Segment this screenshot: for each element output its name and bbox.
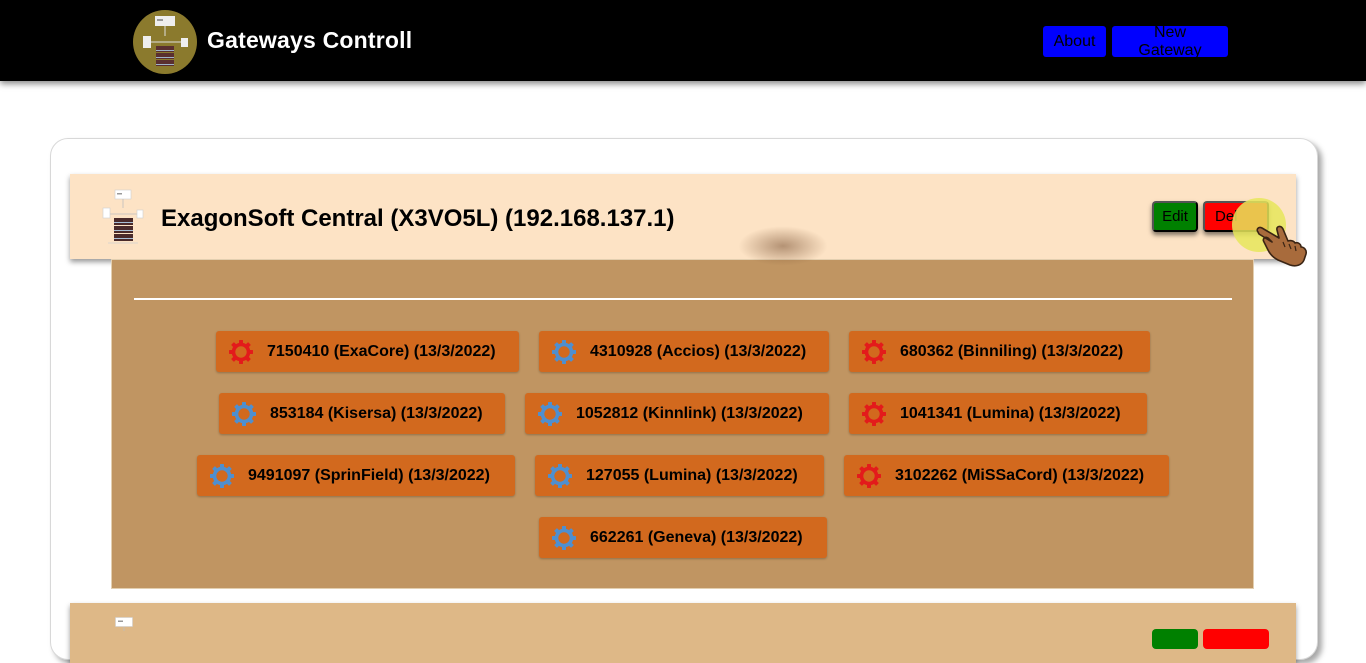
app-logo[interactable] xyxy=(133,10,197,74)
gear-online-icon xyxy=(552,525,576,550)
device-label: 3102262 (MiSSaCord) (13/3/2022) xyxy=(895,466,1145,484)
gear-online-icon xyxy=(538,401,562,426)
gateway-server-icon xyxy=(102,189,144,244)
top-navbar: Gateways Controll About New Gateway xyxy=(0,0,1366,81)
device-chip[interactable]: 680362 (Binniling) (13/3/2022) xyxy=(849,331,1150,372)
edit-gateway-button[interactable]: Edit xyxy=(1152,201,1198,232)
device-label: 4310928 (Accios) (13/3/2022) xyxy=(590,342,807,360)
app-title: Gateways Controll xyxy=(207,27,413,53)
device-label: 1041341 (Lumina) (13/3/2022) xyxy=(900,404,1121,422)
device-chip[interactable]: 1041341 (Lumina) (13/3/2022) xyxy=(849,393,1147,434)
gateway-logo-icon xyxy=(143,16,188,66)
device-chip[interactable]: 3102262 (MiSSaCord) (13/3/2022) xyxy=(844,455,1169,496)
gear-online-icon xyxy=(232,401,256,426)
new-gateway-button[interactable]: New Gateway xyxy=(1112,24,1228,59)
gear-offline-icon xyxy=(862,339,886,364)
device-label: 127055 (Lumina) (13/3/2022) xyxy=(586,466,798,484)
device-chip[interactable]: 4310928 (Accios) (13/3/2022) xyxy=(539,331,829,372)
gateway-header[interactable]: ExagonSoft Central (X3VO5L) (192.168.137… xyxy=(70,174,1296,259)
edit-gateway-button-2[interactable] xyxy=(1152,629,1198,649)
device-label: 9491097 (SprinField) (13/3/2022) xyxy=(248,466,490,484)
device-label: 1052812 (Kinnlink) (13/3/2022) xyxy=(576,404,803,422)
device-label: 7150410 (ExaCore) (13/3/2022) xyxy=(267,342,496,360)
device-chip[interactable]: 7150410 (ExaCore) (13/3/2022) xyxy=(216,331,519,372)
device-label: 680362 (Binniling) (13/3/2022) xyxy=(900,342,1124,360)
gear-online-icon xyxy=(552,339,576,364)
gear-offline-icon xyxy=(862,401,886,426)
motion-blur-shadow xyxy=(738,226,828,266)
gateway-title: ExagonSoft Central (X3VO5L) (192.168.137… xyxy=(161,205,675,232)
device-label: 662261 (Geneva) (13/3/2022) xyxy=(590,528,803,546)
panel-divider xyxy=(134,298,1232,300)
gear-online-icon xyxy=(548,463,572,488)
device-chip[interactable]: 853184 (Kisersa) (13/3/2022) xyxy=(219,393,505,434)
gear-offline-icon xyxy=(229,339,253,364)
device-label: 853184 (Kisersa) (13/3/2022) xyxy=(270,404,483,422)
gear-online-icon xyxy=(210,463,234,488)
device-chip[interactable]: 662261 (Geneva) (13/3/2022) xyxy=(539,517,827,558)
gateway-server-icon xyxy=(115,617,133,631)
gateway-header-2[interactable] xyxy=(70,603,1296,663)
delete-gateway-button-2[interactable] xyxy=(1203,629,1269,649)
device-chip[interactable]: 127055 (Lumina) (13/3/2022) xyxy=(535,455,824,496)
device-chip[interactable]: 1052812 (Kinnlink) (13/3/2022) xyxy=(525,393,829,434)
device-chip[interactable]: 9491097 (SprinField) (13/3/2022) xyxy=(197,455,515,496)
about-button[interactable]: About xyxy=(1043,26,1106,57)
hand-pointer-icon xyxy=(1256,225,1307,267)
gear-offline-icon xyxy=(857,463,881,488)
